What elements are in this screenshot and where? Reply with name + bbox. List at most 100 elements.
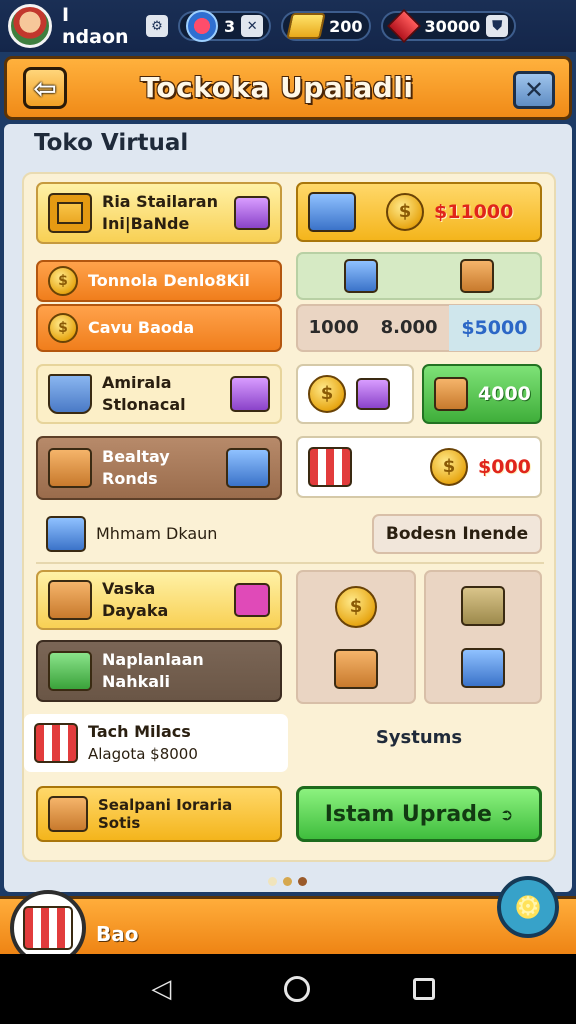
price-label: $000 [478,456,531,478]
luggage-icon [308,192,356,232]
shop-item-label: Ria Stailaran Ini|BaNde [102,192,218,233]
shop-item-cavu[interactable]: $ Cavu Baoda [36,304,282,352]
shop-item-label: Tonnola Denlo8Kil [88,271,250,290]
shop-item-tonnola[interactable]: $ Tonnola Denlo8Kil [36,260,282,302]
price-label: $11000 [434,201,514,223]
back-button[interactable]: ⇦ [23,67,67,109]
gold-value: 200 [329,16,363,36]
ruby-counter: 30000 ⛊ [380,9,517,43]
close-icon: ✕ [523,76,545,104]
gear-icon: ⚙ [516,892,540,922]
page-dot-active[interactable] [283,877,292,886]
bottom-bar [0,896,576,954]
crate-icon [334,648,378,689]
shop-item-sealpani[interactable]: Sealpani Ioraria Sotis [36,786,282,842]
shop-item-produce-cart[interactable]: $ $000 [296,436,542,498]
arrow-right-icon: ➲ [499,804,514,824]
shop-item-cart[interactable]: Amirala Stlonacal [36,364,282,424]
gift-box-icon [230,376,270,412]
page-dot[interactable] [298,877,307,886]
shop-item-label: Mhmam Dkaun [96,524,218,543]
gem-value: 3 [224,16,236,36]
picture-frame-icon [48,193,92,233]
shop-item-label: Amirala Stlonacal [102,373,186,414]
shop-item-label: Tach Milacs [88,722,191,741]
market-stall-icon [34,723,78,763]
bottom-bar-label: Bao [96,922,139,946]
shop-item-storage[interactable]: Bealtay Ronds [36,436,282,500]
settings-button[interactable]: ⚙ [497,876,559,938]
produce-cart-icon [308,447,352,487]
value-3: $5000 [448,305,540,351]
gold-counter: 200 [281,11,371,41]
price-label: 4000 [478,383,531,405]
shop-item-food[interactable]: 4000 [422,364,542,424]
system-nav-bar: ◁ [0,954,576,1024]
shop-item-register[interactable] [424,570,542,704]
gem-add-icon[interactable]: ✕ [241,15,264,37]
shop-item-label: Naplanlaan Nahkali [102,650,204,691]
gem-icon [186,10,218,42]
value-row: 1000 8.000 $5000 [296,304,542,352]
gold-bar-icon [286,13,326,39]
gem-counter: 3 ✕ [178,10,272,42]
nav-back-icon[interactable]: ◁ [141,974,181,1004]
shop-item-frame[interactable]: Ria Stailaran Ini|BaNde [36,182,282,244]
shop-item-label: Cavu Baoda [88,318,195,337]
shop-item-naplanlaan[interactable]: Naplanlaan Nahkali [36,640,282,702]
green-basket-icon [48,651,92,691]
nav-recents-icon[interactable] [412,978,435,1000]
window-header: ⇦ Tockoka Upaiadli ✕ [4,56,572,120]
cash-register-icon [461,586,505,626]
display-crate-icon [46,516,86,552]
storage-box-icon [48,448,92,488]
shop-item-machines[interactable] [296,252,542,300]
blue-machine-icon [461,648,505,688]
shop-item-coin-crate[interactable]: $ [296,570,416,704]
page-dot[interactable] [268,877,277,886]
page-indicator[interactable] [268,877,307,886]
shop-item-sub: Alagota $8000 [88,745,198,763]
food-cup-icon [460,259,494,293]
shop-item-text: Tach Milacs Alagota $8000 [88,721,198,765]
nav-home-icon[interactable] [283,976,310,1002]
coin-icon: $ [335,585,377,628]
coin-icon: $ [430,448,468,486]
coin-stack-icon: $ [48,266,78,296]
systems-label: Systums [375,726,463,748]
close-button[interactable]: ✕ [513,71,555,109]
coin-stack-icon: $ [48,313,78,343]
shop-item-label: Bealtay Ronds [102,447,170,488]
shop-item-vaska[interactable]: Vaska Dayaka [36,570,282,630]
profile-settings-icon[interactable]: ⚙ [146,15,168,37]
coin-icon: $ [308,375,346,413]
bodesn-tab[interactable]: Bodesn Inende [372,514,542,554]
shop-item-coins[interactable]: $ [296,364,414,424]
register-icon [234,196,270,230]
top-bar: I ndaon ⚙ 3 ✕ 200 30000 ⛊ [0,0,576,52]
ruby-value: 30000 [424,16,481,36]
divider [36,562,544,564]
shop-item-display[interactable]: Mhmam Dkaun [36,512,282,556]
value-2: 8.000 [380,317,438,338]
shop-item-label: Vaska Dayaka [102,579,169,620]
back-arrow-icon: ⇦ [33,71,57,105]
player-avatar[interactable] [8,4,52,48]
player-name: I ndaon [62,4,129,48]
vending-machine-icon [344,259,378,293]
section-title: Toko Virtual [34,130,189,156]
bodesn-label: Bodesn Inende [385,524,529,544]
tag-icon [234,583,270,617]
upgrade-label: Istam Uprade [324,801,492,827]
ruby-icon [386,9,421,43]
shield-icon[interactable]: ⛊ [486,15,509,37]
upgrade-button[interactable]: Istam Uprade ➲ [296,786,542,842]
display-case-icon [226,448,270,488]
jar-icon [356,378,390,410]
shop-item-label: Sealpani Ioraria Sotis [98,796,233,832]
food-bucket-icon [434,377,468,411]
shop-item-tach[interactable]: Tach Milacs Alagota $8000 [24,714,288,772]
shop-item-bundle[interactable]: $ $11000 [296,182,542,242]
cardboard-box-icon [48,796,88,832]
shopping-cart-icon [48,374,92,414]
